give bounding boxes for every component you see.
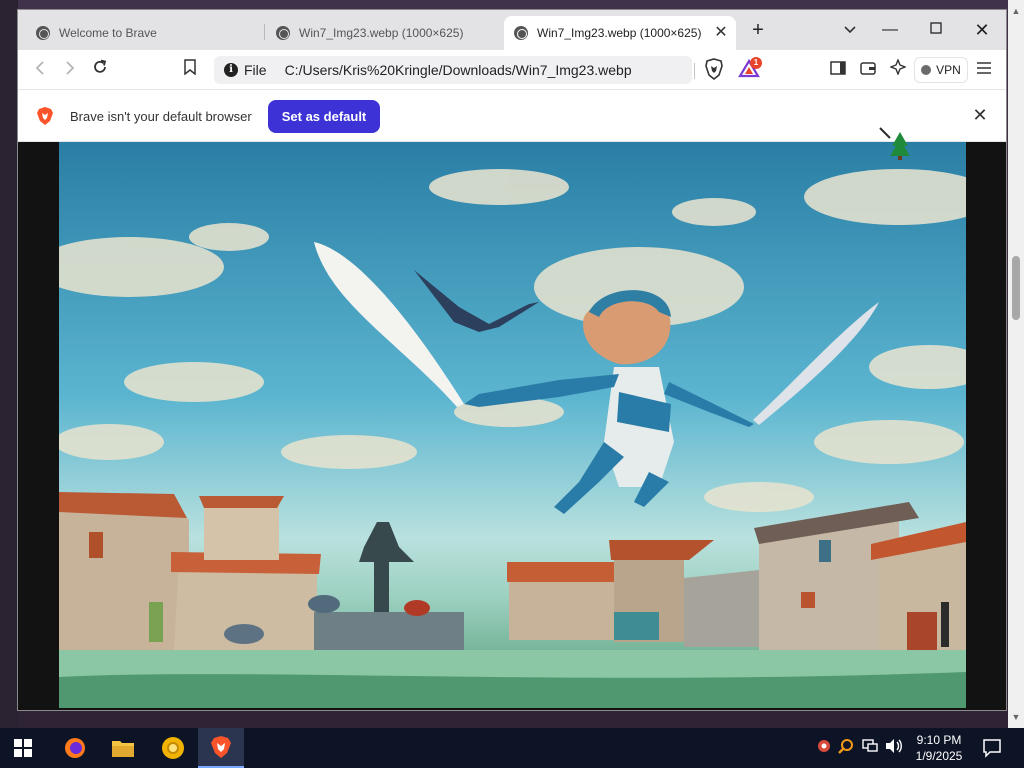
default-browser-infobar: Brave isn't your default browser Set as … [18, 90, 1006, 142]
image-viewer [18, 142, 1006, 710]
address-bar[interactable]: i File C:/Users/Kris%20Kringle/Downloads… [214, 56, 692, 84]
taskbar-brave[interactable] [198, 728, 244, 768]
minimize-button[interactable]: — [870, 16, 910, 44]
folder-icon [112, 741, 134, 757]
brave-icon [211, 736, 231, 758]
close-tab-icon[interactable]: ✕ [712, 24, 730, 42]
scheme-label: File [244, 62, 267, 78]
back-button[interactable] [28, 58, 52, 82]
close-window-button[interactable]: ✕ [962, 16, 1002, 44]
clock-time: 9:10 PM [916, 733, 962, 747]
scroll-down-arrow[interactable]: ▼ [1011, 712, 1021, 722]
wallet-icon[interactable] [856, 58, 880, 82]
chrome-canary-icon [162, 737, 184, 759]
info-icon[interactable]: i [224, 63, 238, 77]
brave-lion-icon [36, 106, 54, 126]
close-infobar-icon[interactable]: ✕ [970, 105, 990, 125]
system-clock[interactable]: 9:10 PM 1/9/2025 [910, 732, 968, 766]
vpn-button[interactable]: VPN [914, 57, 968, 83]
taskbar-chrome-canary[interactable] [150, 728, 196, 768]
infobar-message: Brave isn't your default browser [70, 109, 252, 124]
globe-icon [276, 26, 290, 40]
tab-strip: Welcome to Brave Win7_Img23.webp (1000×6… [18, 10, 1006, 50]
page-scrollbar[interactable]: ▲ ▼ [1008, 0, 1024, 728]
tab-image-1[interactable]: Win7_Img23.webp (1000×625) [266, 16, 502, 50]
globe-icon [36, 26, 50, 40]
navigation-toolbar: i File C:/Users/Kris%20Kringle/Downloads… [18, 50, 1006, 90]
windows-taskbar: 9:10 PM 1/9/2025 [0, 728, 1024, 768]
volume-icon[interactable] [884, 738, 904, 758]
scroll-thumb[interactable] [1012, 256, 1020, 320]
tab-title: Welcome to Brave [59, 26, 157, 40]
search-tray-icon[interactable] [836, 738, 856, 758]
new-tab-button[interactable]: + [738, 16, 778, 44]
rewards-badge: 1 [750, 57, 762, 69]
clock-date: 1/9/2025 [915, 749, 963, 763]
browser-window: Welcome to Brave Win7_Img23.webp (1000×6… [18, 10, 1006, 710]
windows-start-icon[interactable] [14, 739, 32, 757]
tab-image-2-active[interactable]: Win7_Img23.webp (1000×625) ✕ [504, 16, 736, 50]
maximize-button[interactable] [916, 16, 956, 44]
sidebar-icon[interactable] [826, 58, 850, 82]
set-as-default-button[interactable]: Set as default [268, 100, 380, 133]
leo-ai-icon[interactable] [886, 58, 910, 82]
bookmark-icon[interactable] [178, 58, 202, 82]
vpn-label: VPN [936, 63, 961, 77]
url-text[interactable]: C:/Users/Kris%20Kringle/Downloads/Win7_I… [285, 62, 632, 78]
forward-button[interactable] [58, 58, 82, 82]
network-icon[interactable] [860, 738, 880, 758]
brave-shields-icon[interactable] [704, 58, 724, 82]
omnibox-divider [694, 63, 695, 79]
taskbar-file-explorer[interactable] [100, 728, 146, 768]
taskbar-firefox[interactable] [52, 728, 98, 768]
notification-center-icon[interactable] [982, 738, 1002, 758]
tab-title: Win7_Img23.webp (1000×625) [299, 26, 464, 40]
tab-search-chevron-icon[interactable] [830, 16, 870, 44]
christmas-tree-cursor-icon [878, 126, 912, 162]
desktop-edge [0, 0, 18, 728]
vpn-status-icon [921, 65, 932, 75]
scroll-up-arrow[interactable]: ▲ [1011, 6, 1021, 16]
displayed-image[interactable] [59, 142, 966, 708]
tab-separator [264, 24, 265, 40]
surreal-painting [59, 142, 966, 708]
globe-icon [514, 26, 528, 40]
tray-app-icon[interactable] [814, 738, 834, 758]
firefox-icon [65, 738, 85, 758]
tab-welcome[interactable]: Welcome to Brave [26, 16, 262, 50]
tab-title: Win7_Img23.webp (1000×625) [537, 26, 702, 40]
menu-icon[interactable] [972, 58, 996, 82]
reload-button[interactable] [88, 58, 112, 82]
